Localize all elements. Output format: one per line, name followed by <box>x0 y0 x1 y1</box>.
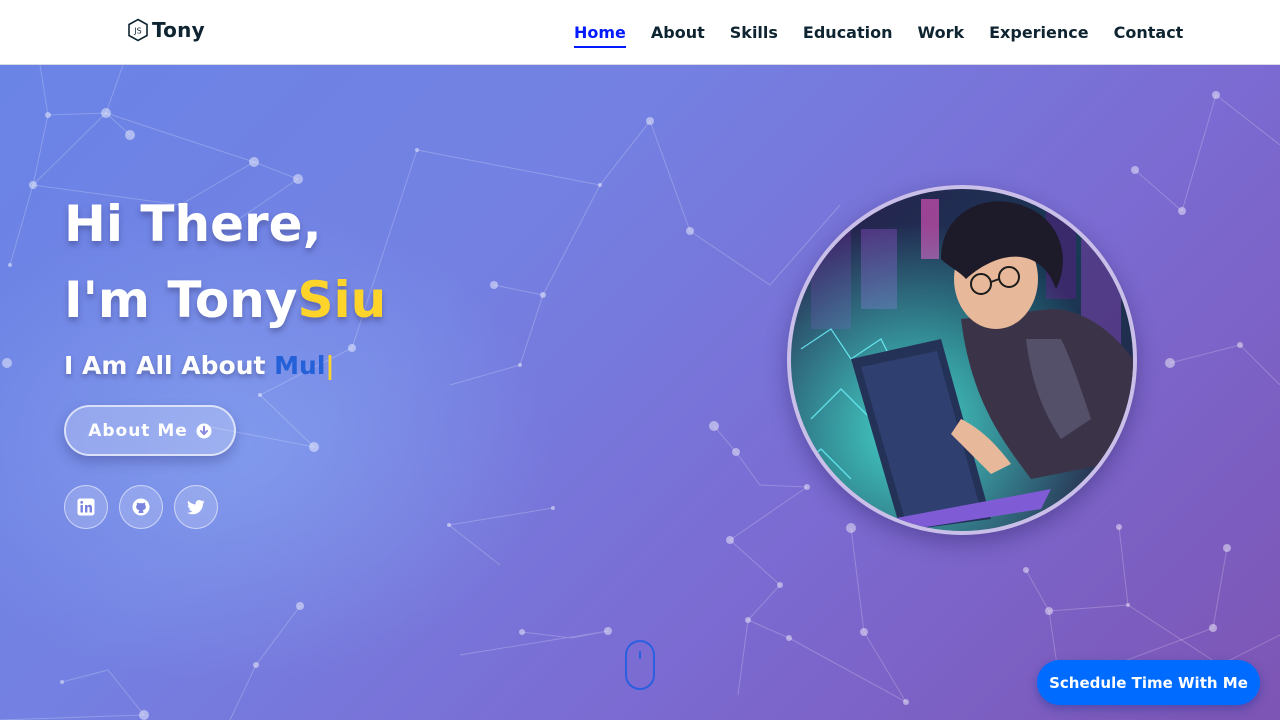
nav-work[interactable]: Work <box>918 17 965 48</box>
nav-contact[interactable]: Contact <box>1114 17 1184 48</box>
nav-experience[interactable]: Experience <box>989 17 1089 48</box>
arrow-circle-down-icon <box>196 423 212 438</box>
scroll-down-indicator[interactable] <box>625 640 655 690</box>
typed-text: Mul <box>274 351 326 380</box>
nodejs-hexagon-icon: JS <box>128 18 148 42</box>
tagline-prefix: I Am All About <box>64 351 275 380</box>
github-icon <box>132 498 150 516</box>
main-nav: Home About Skills Education Work Experie… <box>574 0 1183 65</box>
hero-name: I'm TonySiu <box>64 271 386 329</box>
github-link[interactable] <box>119 485 163 529</box>
top-navbar: JS Tony Home About Skills Education Work… <box>0 0 1280 65</box>
hero-greeting: Hi There, <box>64 195 322 253</box>
twitter-icon <box>187 500 205 515</box>
about-me-label: About Me <box>88 420 188 441</box>
mouse-scroll-icon <box>639 651 641 659</box>
hero-name-prefix: I'm Tony <box>64 271 298 329</box>
nav-skills[interactable]: Skills <box>730 17 778 48</box>
twitter-link[interactable] <box>174 485 218 529</box>
nav-education[interactable]: Education <box>803 17 893 48</box>
nav-home[interactable]: Home <box>574 17 626 48</box>
linkedin-link[interactable] <box>64 485 108 529</box>
linkedin-icon <box>77 498 95 516</box>
coder-illustration <box>791 189 1133 531</box>
hero-section: Hi There, I'm TonySiu I Am All About Mul… <box>0 65 1280 720</box>
profile-image <box>791 189 1133 531</box>
profile-portrait <box>787 185 1137 535</box>
about-me-button[interactable]: About Me <box>64 405 236 456</box>
schedule-time-button[interactable]: Schedule Time With Me <box>1037 660 1260 705</box>
site-logo[interactable]: JS Tony <box>127 18 205 42</box>
hero-tagline: I Am All About Mul| <box>64 349 335 383</box>
nav-about[interactable]: About <box>651 17 705 48</box>
typing-caret: | <box>325 351 335 380</box>
hero-name-highlight: Siu <box>297 271 387 329</box>
svg-text:JS: JS <box>133 27 141 36</box>
social-links <box>64 485 218 529</box>
logo-text: Tony <box>152 18 205 42</box>
